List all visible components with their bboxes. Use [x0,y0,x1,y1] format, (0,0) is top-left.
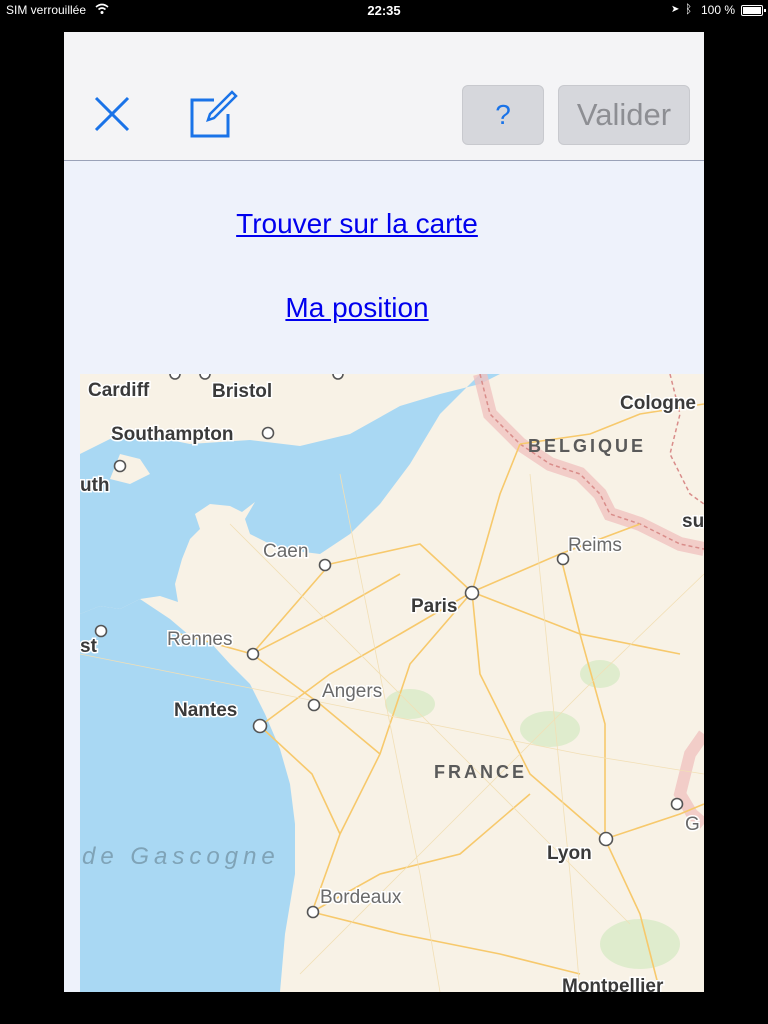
map-canvas[interactable]: BELGIQUE FRANCE de Gascogne Cardiff Bris… [80,374,704,992]
validate-button[interactable]: Valider [558,85,690,145]
country-label-belgique: BELGIQUE [528,436,646,456]
help-button[interactable]: ? [462,85,544,145]
city-label-bristol: Bristol [212,381,272,402]
city-label-cologne: Cologne [620,393,696,414]
battery-percent: 100 % [701,3,736,17]
location-picker-modal: ? Valider Trouver sur la carte Ma positi… [64,32,704,992]
close-icon[interactable] [92,94,132,134]
city-label-lyon: Lyon [547,843,592,864]
map-view[interactable]: BELGIQUE FRANCE de Gascogne Cardiff Bris… [80,374,704,992]
city-label-bordeaux: Bordeaux [320,887,402,908]
bluetooth-icon: ᛒ [685,2,693,16]
city-label-paris: Paris [411,596,457,617]
sea-label-gascogne: de Gascogne [82,843,280,870]
find-on-map-link[interactable]: Trouver sur la carte [64,208,650,240]
city-label-nantes: Nantes [174,700,237,721]
location-arrow-icon: ➤ [671,4,680,15]
city-label-southampton: Southampton [111,424,233,445]
my-position-link[interactable]: Ma position [64,292,650,324]
city-label-rennes: Rennes [167,629,233,650]
forest [520,711,580,747]
city-label-montpellier: Montpellier [562,976,664,992]
city-label-caen: Caen [263,541,308,562]
country-label-france: FRANCE [434,762,527,782]
city-label-reims: Reims [568,535,622,556]
clock: 22:35 [367,3,401,18]
city-label-geneva: G [685,814,700,835]
city-label-plymouth: uth [80,475,110,496]
status-bar: SIM verrouillée 22:35 ➤ ᛒ 100 % [0,0,768,22]
city-label-cardiff: Cardiff [88,380,150,401]
battery-icon [741,5,766,16]
city-label-partial-east: su [682,511,704,532]
forest [600,919,680,969]
edit-icon[interactable] [186,88,238,140]
city-label-brest: st [80,636,98,657]
city-label-angers: Angers [322,681,382,702]
toolbar: ? Valider [64,32,704,161]
